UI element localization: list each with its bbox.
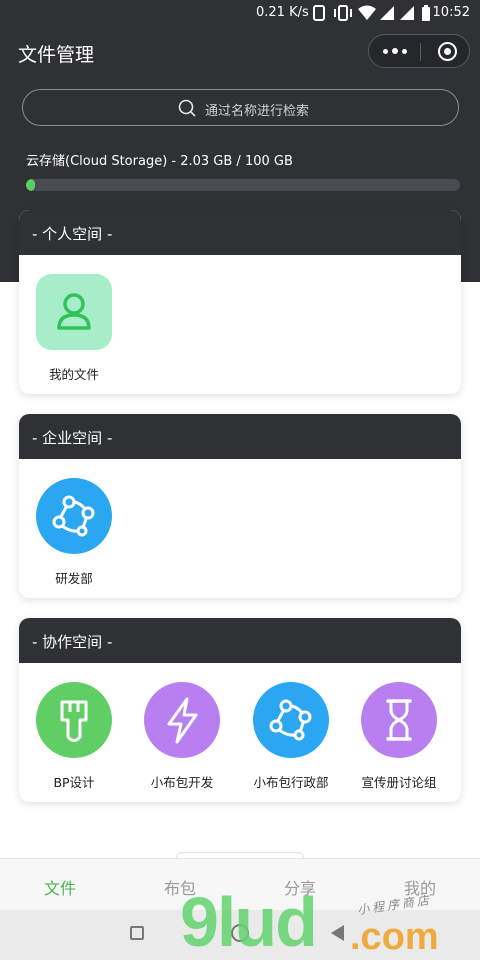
space-tile-my-files[interactable]: 我的文件 [24,274,124,383]
lightning-icon [144,682,220,758]
space-tile-label: 我的文件 [48,367,99,382]
storage-progress-fill [26,179,35,191]
hourglass-icon [361,682,437,758]
battery-icon [422,5,430,21]
signal-icon [380,6,394,20]
page-title: 文件管理 [18,44,95,66]
user-icon [36,274,112,350]
space-tile-label: 小布包开发 [150,775,214,790]
space-tile-label: 研发部 [55,571,93,586]
search-icon [178,99,196,117]
watermark-logo-suffix: .com [350,916,439,958]
vibrate-icon [334,5,352,21]
status-bar: 0.21 K/s 10:52 [0,0,480,26]
space-tile-label: BP设计 [53,775,95,790]
phone-icon [313,5,325,21]
wifi-icon [358,5,376,20]
back-icon[interactable] [331,925,344,941]
search-bar[interactable]: 通过名称进行检索 [22,89,459,126]
network-speed: 0.21 K/s [256,5,309,20]
space-tile-label: 小布包行政部 [253,775,329,790]
network-nodes-icon [253,682,329,758]
section-title-collab: - 协作空间 - [19,618,461,663]
section-title-personal: - 个人空间 - [19,210,461,255]
tab-files[interactable]: 文件 [20,875,100,899]
target-circle-icon[interactable] [438,42,457,61]
space-tile-brochure[interactable]: 宣传册讨论组 [349,682,449,791]
space-tile-bp-design[interactable]: BP设计 [24,682,124,791]
space-tile-bubao-dev[interactable]: 小布包开发 [132,682,232,791]
search-placeholder: 通过名称进行检索 [205,104,310,119]
storage-progress-bar [26,179,460,191]
collab-space-card: - 协作空间 - BP设计 小布包开发 小布包行政部 宣传册讨论组 [19,618,461,802]
enterprise-space-card: - 企业空间 - 研发部 [19,414,461,598]
network-nodes-icon [36,478,112,554]
storage-usage-label: 云存储(Cloud Storage) - 2.03 GB / 100 GB [26,154,293,169]
recent-apps-icon[interactable] [130,926,144,940]
space-tile-bubao-admin[interactable]: 小布包行政部 [241,682,341,791]
personal-space-card: - 个人空间 - 我的文件 [19,210,461,394]
paint-brush-icon [36,682,112,758]
section-title-enterprise: - 企业空间 - [19,414,461,459]
clock: 10:52 [432,5,470,20]
space-tile-rnd[interactable]: 研发部 [24,478,124,587]
watermark-logo: 9lud [180,883,318,960]
more-dots-icon[interactable] [383,43,407,59]
signal-icon-2 [400,6,414,20]
space-tile-label: 宣传册讨论组 [361,775,437,790]
mini-program-capsule [368,34,470,68]
capsule-divider [420,43,421,61]
